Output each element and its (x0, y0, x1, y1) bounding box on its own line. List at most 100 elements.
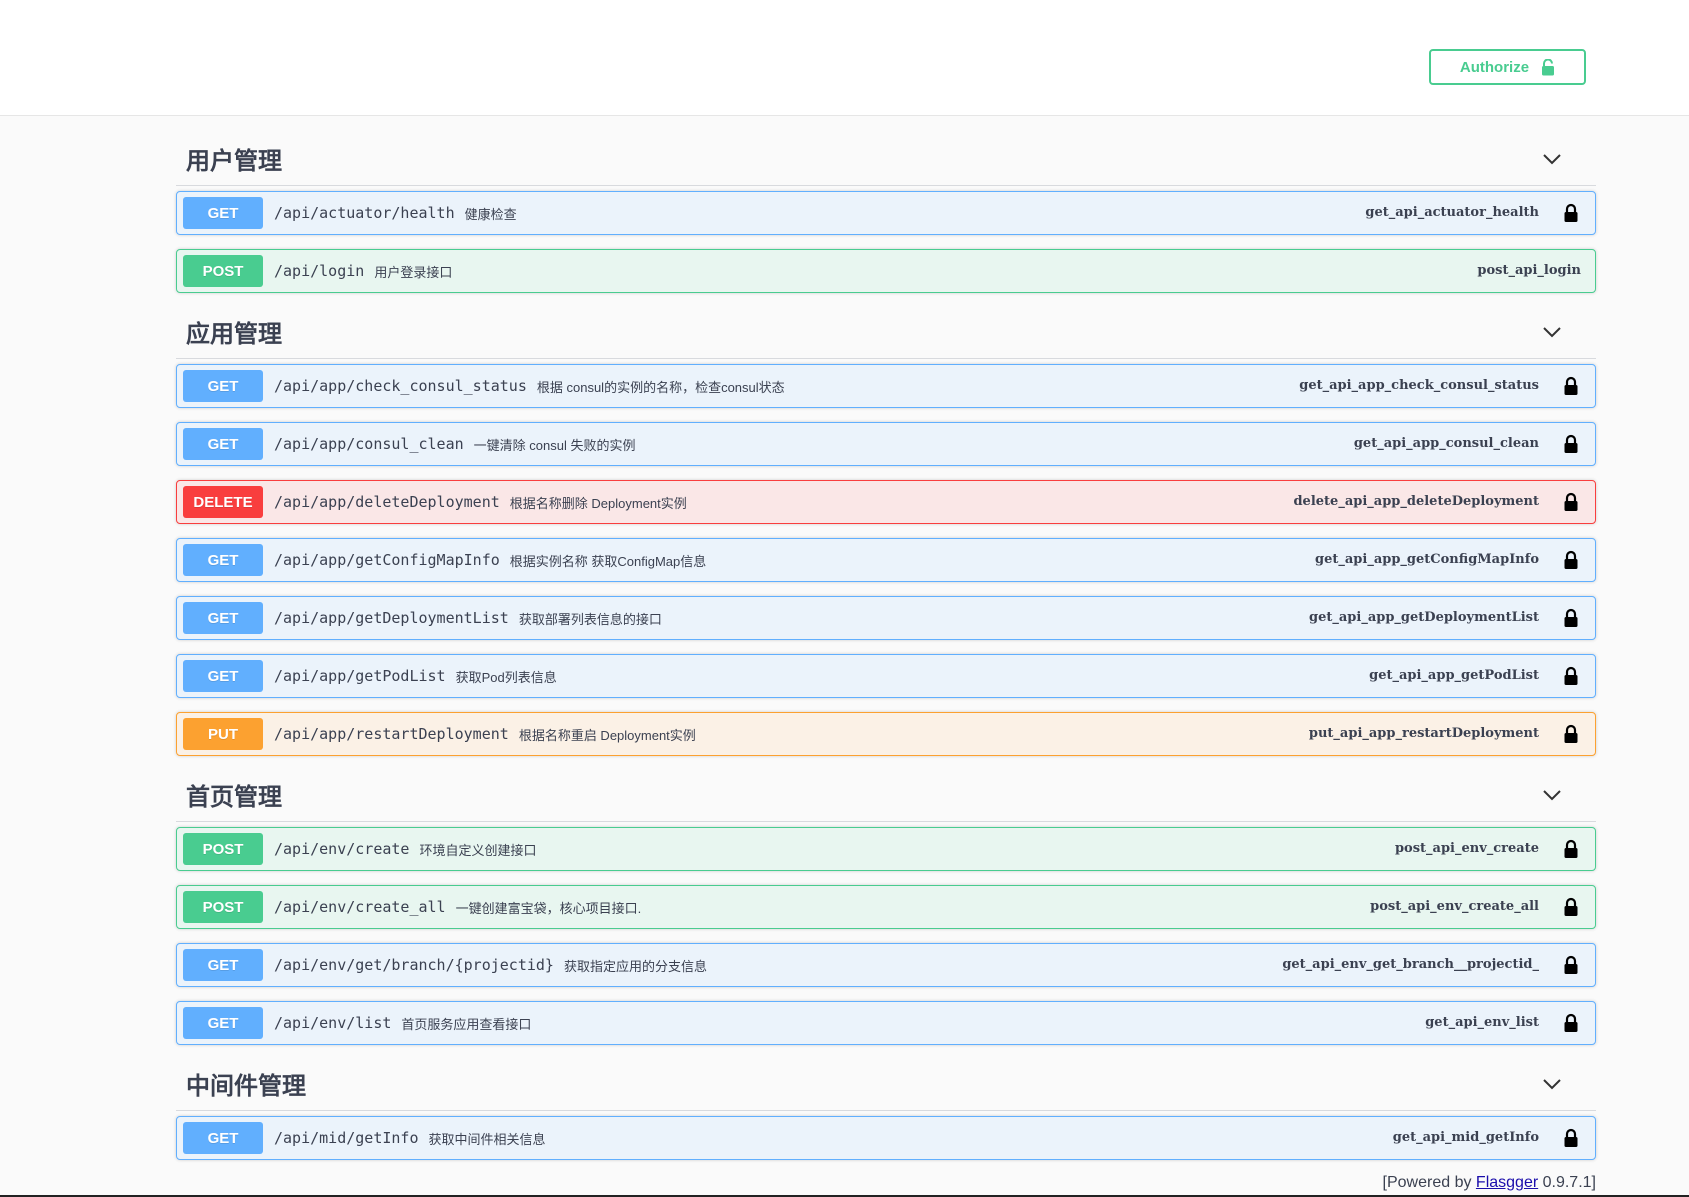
unlocked-icon (1542, 58, 1555, 75)
chevron-down-icon[interactable] (1542, 322, 1562, 342)
method-badge: GET (183, 428, 263, 460)
section-header-user-management[interactable]: 用户管理 (176, 136, 1596, 186)
lock-icon[interactable] (1563, 1013, 1579, 1033)
operation-id: get_api_app_consul_clean (1353, 436, 1539, 451)
authorize-label: Authorize (1459, 58, 1530, 76)
operation-row[interactable]: GET /api/env/get/branch/{projectid} 获取指定… (176, 943, 1596, 987)
lock-icon[interactable] (1563, 897, 1579, 917)
operation-path: /api/app/getDeploymentList (274, 609, 509, 627)
section-title: 用户管理 (186, 148, 282, 175)
operation-summary: 根据 consul的实例的名称，检查consul状态 (536, 379, 785, 395)
chevron-down-icon[interactable] (1542, 1074, 1562, 1094)
operation-row[interactable]: GET /api/mid/getInfo 获取中间件相关信息 get_api_m… (176, 1116, 1596, 1160)
operation-id: get_api_app_getConfigMapInfo (1315, 552, 1539, 567)
operation-id: get_api_app_getDeploymentList (1309, 610, 1539, 625)
lock-icon[interactable] (1563, 839, 1579, 859)
operation-row[interactable]: GET /api/app/getDeploymentList 获取部署列表信息的… (176, 596, 1596, 640)
method-badge: GET (183, 1007, 263, 1039)
operation-row[interactable]: GET /api/app/getConfigMapInfo 根据实例名称 获取C… (176, 538, 1596, 582)
operation-id: put_api_app_restartDeployment (1308, 726, 1539, 741)
method-badge: POST (183, 255, 263, 287)
lock-icon[interactable] (1563, 1128, 1579, 1148)
operation-summary: 获取Pod列表信息 (455, 669, 557, 685)
operation-id: get_api_app_getPodList (1369, 668, 1539, 683)
operation-path: /api/env/get/branch/{projectid} (274, 956, 554, 974)
operation-id: get_api_app_check_consul_status (1299, 378, 1539, 393)
method-badge: POST (183, 891, 263, 923)
lock-icon[interactable] (1563, 955, 1579, 975)
method-badge: GET (183, 602, 263, 634)
lock-icon[interactable] (1563, 724, 1579, 744)
operation-id: get_api_mid_getInfo (1392, 1130, 1539, 1145)
authorize-button[interactable]: Authorize (1429, 49, 1586, 85)
operation-id: delete_api_app_deleteDeployment (1293, 494, 1539, 509)
operation-path: /api/app/check_consul_status (274, 377, 527, 395)
operation-row[interactable]: GET /api/app/check_consul_status 根据 cons… (176, 364, 1596, 408)
operation-summary: 根据名称重启 Deployment实例 (518, 727, 696, 743)
operation-summary: 环境自定义创建接口 (419, 842, 537, 858)
section-header-middleware-management[interactable]: 中间件管理 (176, 1061, 1596, 1111)
operation-row[interactable]: DELETE /api/app/deleteDeployment 根据名称删除 … (176, 480, 1596, 524)
lock-icon[interactable] (1563, 376, 1579, 396)
operation-summary: 一键清除 consul 失败的实例 (473, 437, 636, 453)
operation-path: /api/actuator/health (274, 204, 455, 222)
top-bar: Authorize (0, 0, 1689, 116)
operation-row[interactable]: PUT /api/app/restartDeployment 根据名称重启 De… (176, 712, 1596, 756)
operation-id: post_api_env_create (1394, 841, 1539, 856)
powered-by-footer: [Powered by Flasgger 0.9.7.1] (1383, 1174, 1596, 1192)
section-header-app-management[interactable]: 应用管理 (176, 309, 1596, 359)
operation-summary: 首页服务应用查看接口 (401, 1016, 532, 1032)
operation-path: /api/login (274, 262, 365, 280)
footer-prefix: [Powered by (1382, 1174, 1476, 1191)
operation-id: get_api_env_get_branch__projectid_ (1282, 957, 1539, 972)
lock-icon[interactable] (1563, 434, 1579, 454)
method-badge: GET (183, 1122, 263, 1154)
operation-path: /api/mid/getInfo (274, 1129, 419, 1147)
lock-icon[interactable] (1563, 666, 1579, 686)
operation-path: /api/env/create_all (274, 898, 446, 916)
operation-id: get_api_actuator_health (1365, 205, 1539, 220)
operation-summary: 用户登录接口 (374, 264, 453, 280)
operation-row[interactable]: POST /api/env/create 环境自定义创建接口 post_api_… (176, 827, 1596, 871)
operation-id: post_api_env_create_all (1370, 899, 1539, 914)
flasgger-link[interactable]: Flasgger (1476, 1174, 1538, 1191)
method-badge: POST (183, 833, 263, 865)
operation-row[interactable]: GET /api/env/list 首页服务应用查看接口 get_api_env… (176, 1001, 1596, 1045)
section-title: 中间件管理 (186, 1073, 306, 1100)
method-badge: DELETE (183, 486, 263, 518)
method-badge: GET (183, 660, 263, 692)
lock-icon[interactable] (1563, 608, 1579, 628)
operation-summary: 根据名称删除 Deployment实例 (509, 495, 687, 511)
chevron-down-icon[interactable] (1542, 149, 1562, 169)
operation-row[interactable]: GET /api/actuator/health 健康检查 get_api_ac… (176, 191, 1596, 235)
lock-icon[interactable] (1563, 492, 1579, 512)
operation-summary: 获取指定应用的分支信息 (563, 958, 707, 974)
operation-row[interactable]: GET /api/app/getPodList 获取Pod列表信息 get_ap… (176, 654, 1596, 698)
operation-path: /api/app/deleteDeployment (274, 493, 500, 511)
operation-row[interactable]: GET /api/app/consul_clean 一键清除 consul 失败… (176, 422, 1596, 466)
lock-icon[interactable] (1563, 550, 1579, 570)
operation-path: /api/env/create (274, 840, 410, 858)
section-header-home-management[interactable]: 首页管理 (176, 772, 1596, 822)
footer-suffix: 0.9.7.1] (1538, 1174, 1596, 1191)
operation-summary: 根据实例名称 获取ConfigMap信息 (509, 553, 707, 569)
operation-path: /api/app/getPodList (274, 667, 446, 685)
operation-row[interactable]: POST /api/env/create_all 一键创建富宝袋，核心项目接口.… (176, 885, 1596, 929)
method-badge: GET (183, 949, 263, 981)
operation-id: get_api_env_list (1425, 1015, 1539, 1030)
operation-id: post_api_login (1477, 263, 1581, 278)
section-title: 首页管理 (186, 784, 282, 811)
method-badge: PUT (183, 718, 263, 750)
operation-summary: 健康检查 (464, 206, 517, 222)
operation-path: /api/app/consul_clean (274, 435, 464, 453)
operation-path: /api/app/getConfigMapInfo (274, 551, 500, 569)
section-title: 应用管理 (186, 321, 282, 348)
method-badge: GET (183, 370, 263, 402)
operation-path: /api/app/restartDeployment (274, 725, 509, 743)
operation-summary: 获取中间件相关信息 (428, 1131, 546, 1147)
lock-icon[interactable] (1563, 203, 1579, 223)
operation-summary: 一键创建富宝袋，核心项目接口. (455, 900, 642, 916)
operation-row[interactable]: POST /api/login 用户登录接口 post_api_login (176, 249, 1596, 293)
method-badge: GET (183, 544, 263, 576)
chevron-down-icon[interactable] (1542, 785, 1562, 805)
